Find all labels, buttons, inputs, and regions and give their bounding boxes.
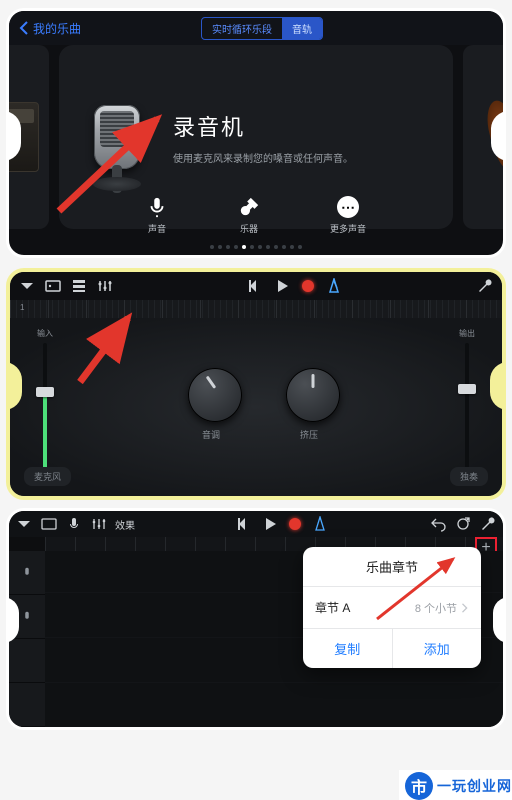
- recorder-mode-row: 声音 乐器 ⋯ 更多声音: [9, 196, 503, 235]
- popover-title: 乐曲章节: [303, 547, 481, 587]
- fx-button[interactable]: 效果: [115, 517, 135, 532]
- squeeze-knob-label: 挤压: [300, 428, 318, 441]
- mode-voice[interactable]: 声音: [146, 196, 168, 235]
- view-menu-button[interactable]: [15, 515, 33, 533]
- song-browser-screen: 我的乐曲 实时循环乐段 音轨 录音机 使用麦克风来录制您的嗓音或任何声音。: [6, 8, 506, 258]
- watermark: 市 一玩创业网: [399, 770, 512, 800]
- metronome-button[interactable]: [325, 277, 343, 295]
- top-bar: 我的乐曲 实时循环乐段 音轨: [9, 11, 503, 45]
- chevron-right-icon: [461, 603, 469, 613]
- view-segmented-control[interactable]: 实时循环乐段 音轨: [201, 17, 323, 40]
- transport-bar: [10, 272, 502, 300]
- mode-more[interactable]: ⋯ 更多声音: [330, 196, 366, 235]
- section-value: 8 个小节: [415, 600, 469, 616]
- track-header-1[interactable]: [9, 551, 45, 595]
- song-sections-popover: 乐曲章节 章节 A 8 个小节 复制 添加: [303, 547, 481, 668]
- popover-actions: 复制 添加: [303, 629, 481, 668]
- rewind-button[interactable]: [247, 277, 265, 295]
- back-button[interactable]: 我的乐曲: [19, 20, 81, 37]
- card-text: 录音机 使用麦克风来录制您的嗓音或任何声音。: [173, 110, 435, 165]
- mic-icon: [146, 196, 168, 218]
- monitor-toggle[interactable]: 麦克风: [24, 467, 71, 486]
- record-button[interactable]: [299, 277, 317, 295]
- card-subtitle: 使用麦克风来录制您的嗓音或任何声音。: [173, 150, 435, 165]
- play-button[interactable]: [261, 515, 279, 533]
- settings-button[interactable]: [479, 515, 497, 533]
- ellipsis-icon: ⋯: [337, 196, 359, 218]
- section-row[interactable]: 章节 A 8 个小节: [303, 587, 481, 629]
- ruler-bar-1: 1: [20, 303, 24, 312]
- page-indicator: [9, 245, 503, 249]
- view-menu-button[interactable]: [18, 277, 36, 295]
- mic-icon: [20, 610, 34, 624]
- pitch-knob-label: 音调: [202, 428, 220, 441]
- browser-button[interactable]: [44, 277, 62, 295]
- mode-instrument[interactable]: 乐器: [238, 196, 260, 235]
- track-controls-button[interactable]: [70, 277, 88, 295]
- input-label: 输入: [32, 328, 58, 339]
- segment-tracks[interactable]: 音轨: [282, 18, 322, 39]
- undo-button[interactable]: [429, 515, 447, 533]
- track-header-4[interactable]: [9, 683, 45, 727]
- solo-toggle[interactable]: 独奏: [450, 467, 488, 486]
- segment-live-loops[interactable]: 实时循环乐段: [202, 18, 282, 39]
- input-level-slider[interactable]: 输入: [32, 328, 58, 456]
- output-level-slider[interactable]: 输出: [454, 328, 480, 456]
- section-name: 章节 A: [315, 599, 350, 616]
- play-button[interactable]: [273, 277, 291, 295]
- guitar-icon: [238, 196, 260, 218]
- watermark-text: 一玩创业网: [437, 776, 512, 796]
- rewind-button[interactable]: [236, 515, 254, 533]
- mic-icon: [20, 566, 34, 580]
- tracks-screen: 效果 + 乐曲章节 章节 A 8 个小节: [6, 508, 506, 730]
- mode-voice-label: 声音: [148, 222, 166, 235]
- browser-button[interactable]: [40, 515, 58, 533]
- watermark-logo: 市: [405, 772, 433, 800]
- timeline-ruler[interactable]: 1: [10, 300, 502, 318]
- pitch-knob[interactable]: [188, 368, 242, 422]
- track-header-3[interactable]: [9, 639, 45, 683]
- mic-indicator-icon[interactable]: [65, 515, 83, 533]
- mode-instrument-label: 乐器: [240, 222, 258, 235]
- track-headers: [9, 551, 45, 727]
- track-settings-button[interactable]: [96, 277, 114, 295]
- microphone-icon: [77, 77, 157, 197]
- track-settings-button[interactable]: [90, 515, 108, 533]
- recorder-body: 输入 输出 音调 挤压 麦克风 独奏: [10, 318, 502, 496]
- transport-bar: 效果: [9, 511, 503, 537]
- card-title: 录音机: [173, 110, 435, 142]
- recorder-controls-screen: 1 输入 输出 音调 挤压 麦克风 独奏: [6, 268, 506, 500]
- record-button[interactable]: [286, 515, 304, 533]
- mode-more-label: 更多声音: [330, 222, 366, 235]
- duplicate-button[interactable]: 复制: [303, 629, 393, 668]
- back-label: 我的乐曲: [33, 20, 81, 37]
- add-button[interactable]: 添加: [393, 629, 482, 668]
- loop-browser-button[interactable]: [454, 515, 472, 533]
- settings-button[interactable]: [476, 277, 494, 295]
- squeeze-knob[interactable]: [286, 368, 340, 422]
- output-label: 输出: [454, 328, 480, 339]
- metronome-button[interactable]: [311, 515, 329, 533]
